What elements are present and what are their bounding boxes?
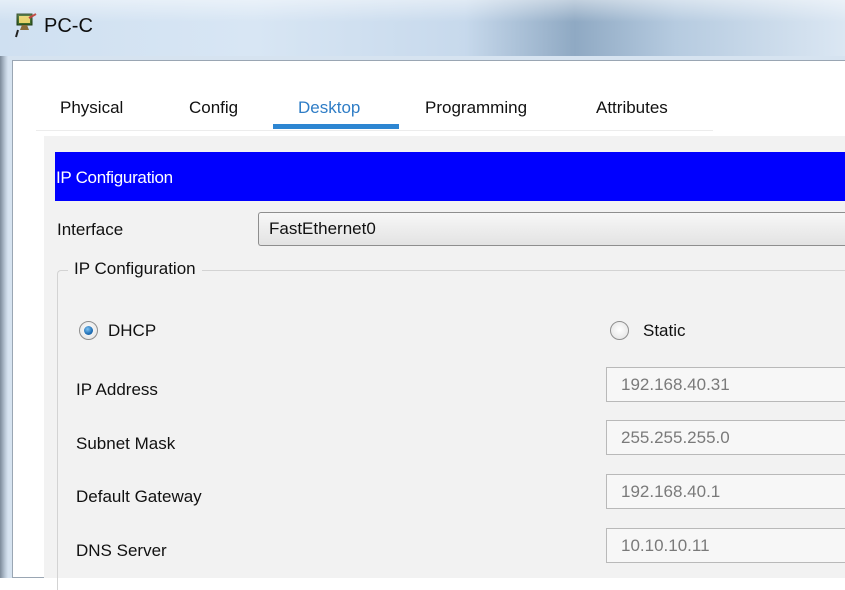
section-header	[55, 152, 845, 201]
dhcp-label[interactable]: DHCP	[108, 321, 156, 341]
ip-address-value: 192.168.40.31	[621, 375, 730, 394]
subnet-mask-value: 255.255.255.0	[621, 428, 730, 447]
pc-device-icon[interactable]	[14, 12, 38, 38]
static-radio[interactable]	[610, 321, 629, 340]
default-gateway-label: Default Gateway	[76, 487, 202, 506]
tab-programming[interactable]: Programming	[425, 98, 527, 118]
tab-desktop[interactable]: Desktop	[298, 98, 360, 118]
tab-physical[interactable]: Physical	[60, 98, 123, 118]
section-header-title: IP Configuration	[56, 168, 173, 187]
dhcp-radio[interactable]	[79, 321, 98, 340]
ip-address-label: IP Address	[76, 380, 158, 399]
ip-config-group-title: IP Configuration	[68, 259, 202, 279]
interface-select-value: FastEthernet0	[269, 219, 376, 238]
subnet-mask-label: Subnet Mask	[76, 434, 176, 453]
subnet-mask-field[interactable]: 255.255.255.0	[606, 420, 845, 455]
dns-server-value: 10.10.10.11	[621, 536, 710, 555]
default-gateway-field[interactable]: 192.168.40.1	[606, 474, 845, 509]
tab-config[interactable]: Config	[189, 98, 238, 118]
interface-label: Interface	[57, 220, 124, 239]
active-tab-indicator	[273, 124, 399, 129]
title-bar[interactable]: PC-C	[0, 0, 845, 56]
frame-edge	[0, 56, 8, 578]
tab-divider	[36, 130, 713, 131]
static-label[interactable]: Static	[643, 321, 686, 341]
window-title: PC-C	[44, 15, 93, 37]
ip-address-field[interactable]: 192.168.40.31	[606, 367, 845, 402]
default-gateway-value: 192.168.40.1	[621, 482, 721, 501]
dns-server-label: DNS Server	[76, 541, 167, 560]
tab-attributes[interactable]: Attributes	[596, 98, 668, 118]
dns-server-field[interactable]: 10.10.10.11	[606, 528, 845, 563]
interface-select[interactable]: FastEthernet0	[258, 212, 845, 246]
